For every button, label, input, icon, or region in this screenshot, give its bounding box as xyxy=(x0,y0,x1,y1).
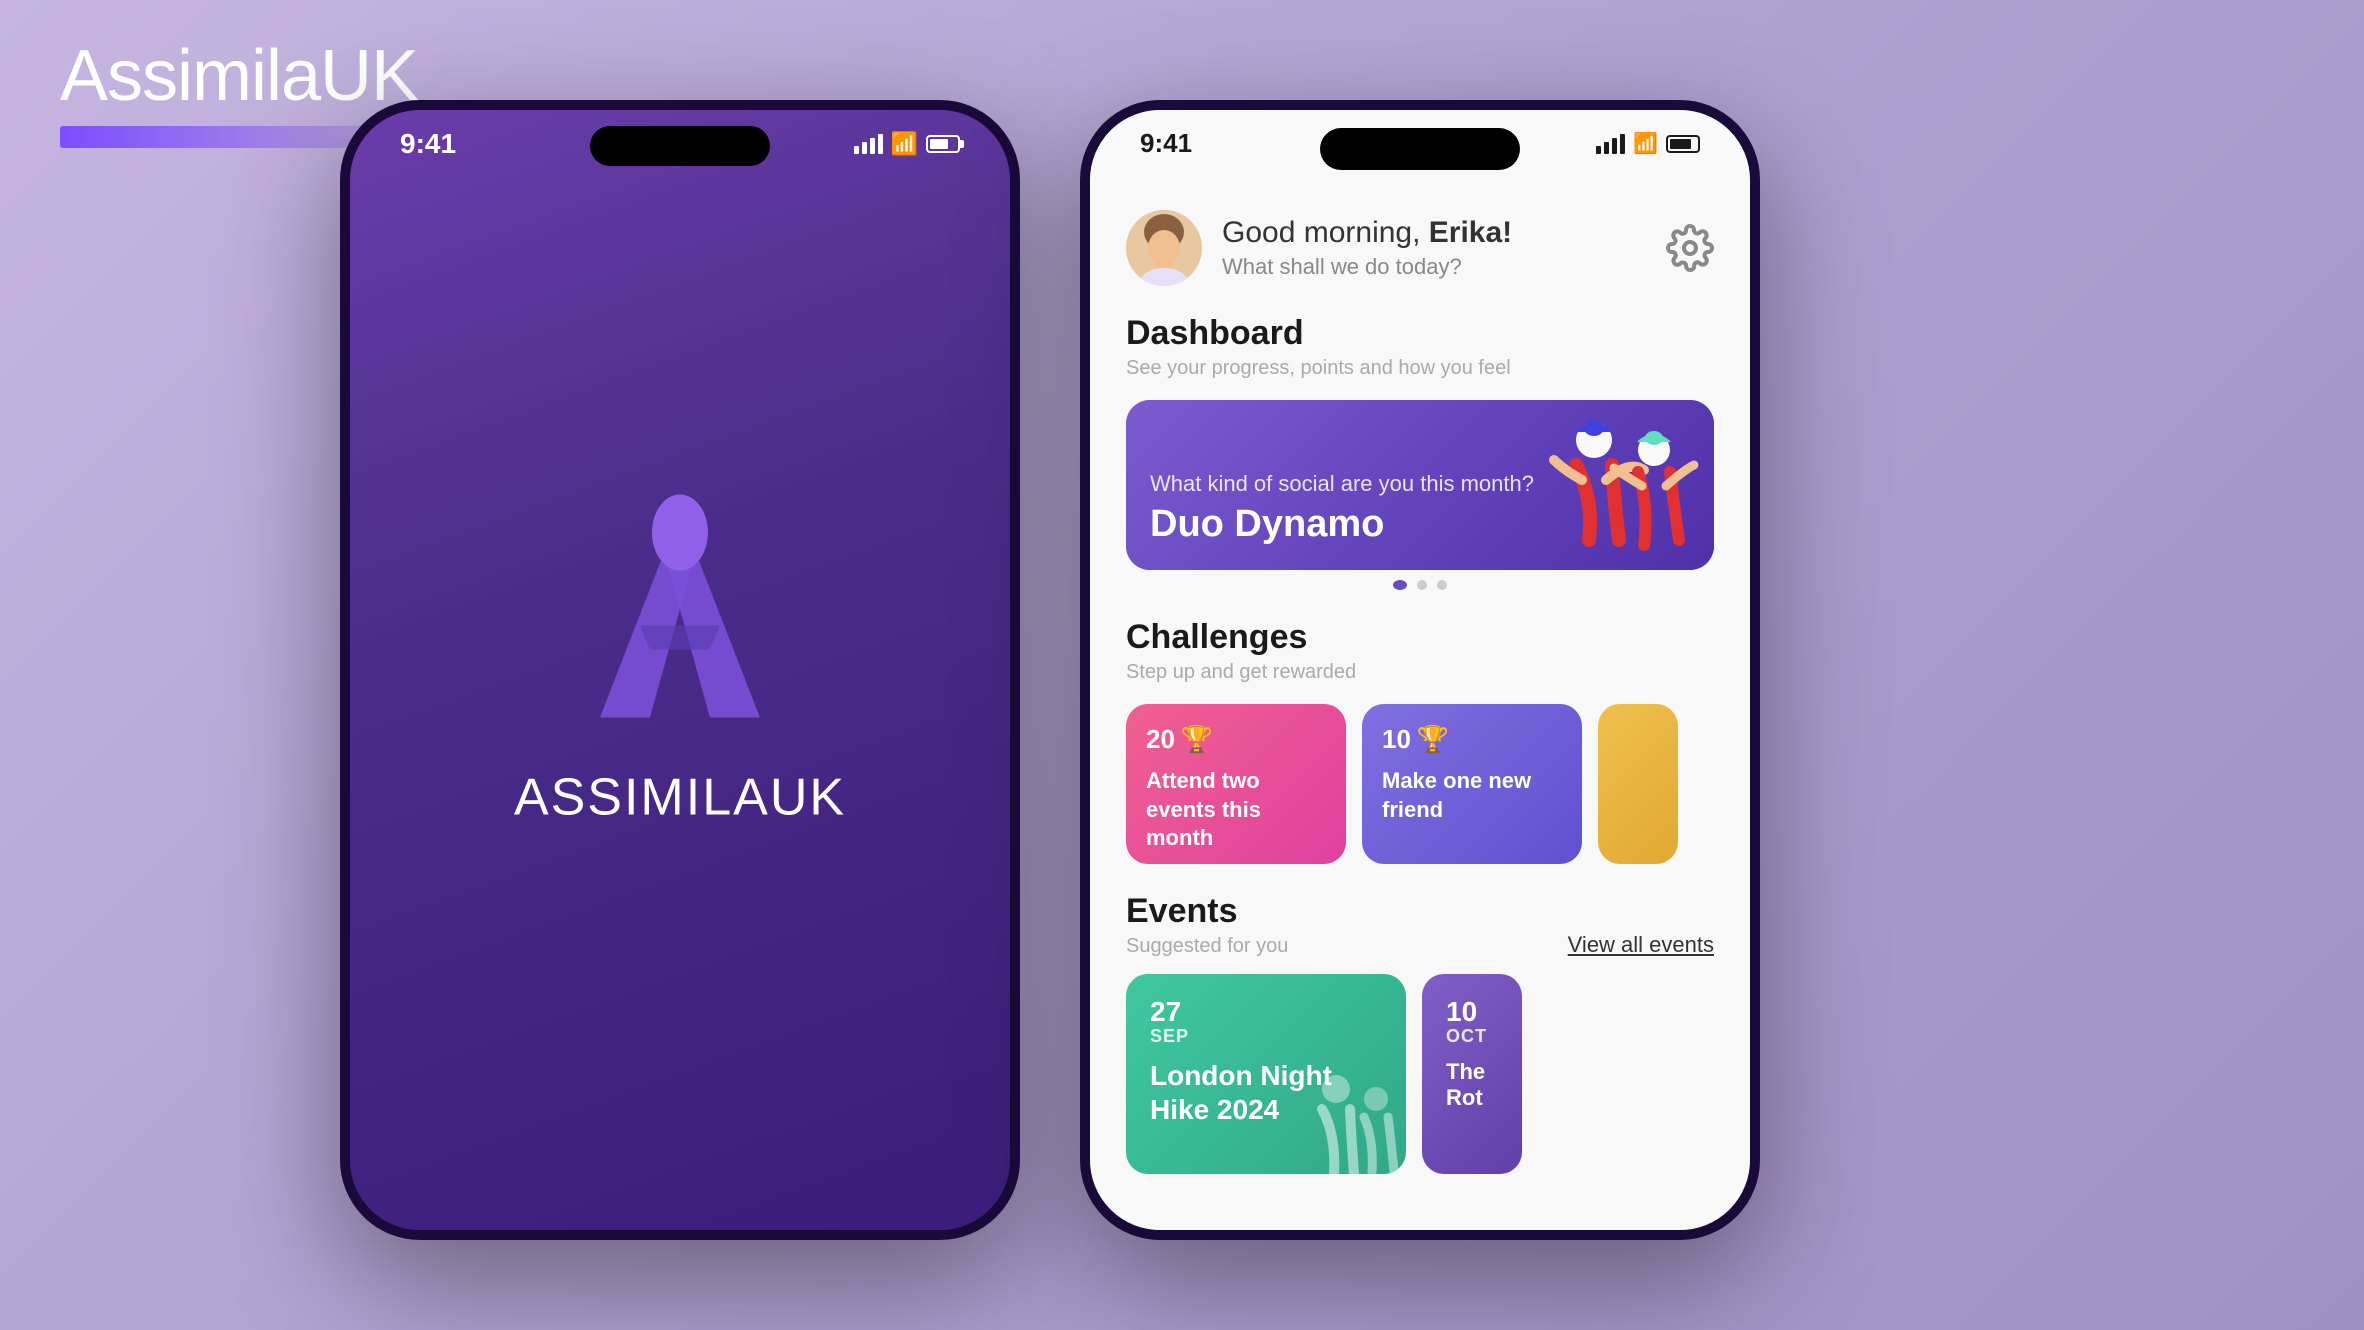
signal-bar-r-2 xyxy=(1604,142,1609,154)
events-section: Events Suggested for you View all events… xyxy=(1126,892,1714,1174)
challenges-title: Challenges xyxy=(1126,618,1714,657)
events-subtitle: Suggested for you xyxy=(1126,935,1288,958)
settings-button[interactable] xyxy=(1666,224,1714,272)
signal-bar-2 xyxy=(862,142,867,154)
signal-bar-r-4 xyxy=(1620,134,1625,154)
app-header: Good morning, Erika! What shall we do to… xyxy=(1126,190,1714,286)
avatar xyxy=(1126,210,1202,286)
events-header: Events Suggested for you View all events xyxy=(1126,892,1714,958)
avatar-image xyxy=(1126,210,1202,286)
signal-bar-r-3 xyxy=(1612,138,1617,154)
greeting-subtitle: What shall we do today? xyxy=(1222,254,1512,280)
events-row: 27 SEP London Night Hike 2024 xyxy=(1126,974,1714,1174)
carousel-dots xyxy=(1126,580,1714,590)
challenge-card-3[interactable] xyxy=(1598,704,1678,864)
challenge-1-number: 20 xyxy=(1146,724,1175,755)
wifi-right-icon: 📶 xyxy=(1633,131,1658,156)
event-1-day: 27 xyxy=(1150,998,1382,1026)
event-card-2[interactable]: 10 OCT The Rot xyxy=(1422,974,1522,1174)
event-1-illustration xyxy=(1286,1054,1406,1174)
right-phone-status-icons: 📶 xyxy=(1596,131,1700,156)
greeting-main: Good morning, Erika! xyxy=(1222,216,1512,250)
challenge-2-number: 10 xyxy=(1382,724,1411,755)
event-1-month: SEP xyxy=(1150,1026,1382,1047)
app-content: Good morning, Erika! What shall we do to… xyxy=(1090,190,1750,1230)
greeting-text: Good morning, Erika! What shall we do to… xyxy=(1222,216,1512,280)
splash-brand-regular: UK xyxy=(770,769,846,827)
challenge-2-label: Make one new friend xyxy=(1382,767,1562,824)
greeting-prefix: Good morning, xyxy=(1222,216,1429,249)
dashboard-title: Dashboard xyxy=(1126,314,1714,353)
challenge-2-points: 10 🏆 xyxy=(1382,724,1562,755)
signal-bar-3 xyxy=(870,138,875,154)
left-phone-time: 9:41 xyxy=(400,128,456,160)
dashboard-banner[interactable]: What kind of social are you this month? … xyxy=(1126,400,1714,570)
brand-name-bold: Assimila xyxy=(60,36,320,116)
events-title-group: Events Suggested for you xyxy=(1126,892,1288,958)
battery-icon xyxy=(926,135,960,153)
carousel-dot-3[interactable] xyxy=(1437,580,1447,590)
splash-brand-bold: ASSIMILA xyxy=(514,769,770,827)
challenges-section: Challenges Step up and get rewarded 20 🏆… xyxy=(1126,618,1714,864)
left-phone-status-icons: 📶 xyxy=(854,131,960,157)
events-title: Events xyxy=(1126,892,1288,931)
phones-wrapper: 9:41 📶 xyxy=(340,100,1760,1240)
banner-answer: Duo Dynamo xyxy=(1150,503,1534,546)
signal-bars-right-icon xyxy=(1596,134,1625,154)
user-greeting: Good morning, Erika! What shall we do to… xyxy=(1126,210,1512,286)
challenges-row: 20 🏆 Attend two events this month 10 🏆 xyxy=(1126,704,1714,864)
banner-illustration xyxy=(1534,410,1704,570)
right-phone-inner: 9:41 📶 xyxy=(1090,110,1750,1230)
challenge-1-points: 20 🏆 xyxy=(1146,724,1326,755)
wifi-icon: 📶 xyxy=(891,131,918,157)
battery-right-icon xyxy=(1666,135,1700,153)
dynamic-island-right xyxy=(1320,128,1520,170)
challenge-1-trophy: 🏆 xyxy=(1181,724,1213,755)
event-2-title: The Rot xyxy=(1446,1059,1498,1112)
event-2-date: 10 OCT xyxy=(1446,998,1498,1047)
signal-bar-1 xyxy=(854,146,859,154)
banner-question: What kind of social are you this month? xyxy=(1150,471,1534,497)
right-phone-time: 9:41 xyxy=(1140,128,1192,159)
app-logo-icon xyxy=(570,478,790,738)
event-1-date: 27 SEP xyxy=(1150,998,1382,1047)
banner-text: What kind of social are you this month? … xyxy=(1150,471,1534,546)
challenge-1-label: Attend two events this month xyxy=(1146,767,1326,853)
view-all-events-link[interactable]: View all events xyxy=(1568,932,1714,958)
signal-bars-icon xyxy=(854,134,883,154)
event-2-day: 10 xyxy=(1446,998,1498,1026)
right-phone: 9:41 📶 xyxy=(1080,100,1760,1240)
carousel-dot-1[interactable] xyxy=(1393,580,1407,590)
challenge-card-2[interactable]: 10 🏆 Make one new friend xyxy=(1362,704,1582,864)
dynamic-island-left xyxy=(590,126,770,166)
challenges-subtitle: Step up and get rewarded xyxy=(1126,661,1714,684)
signal-bar-r-1 xyxy=(1596,146,1601,154)
logo-bar xyxy=(60,126,380,148)
event-2-month: OCT xyxy=(1446,1026,1498,1047)
settings-icon xyxy=(1666,224,1714,272)
left-phone: 9:41 📶 xyxy=(340,100,1020,1240)
event-card-1[interactable]: 27 SEP London Night Hike 2024 xyxy=(1126,974,1406,1174)
signal-bar-4 xyxy=(878,134,883,154)
dashboard-section: Dashboard See your progress, points and … xyxy=(1126,314,1714,590)
splash-logo: ASSIMILAUK xyxy=(514,478,846,828)
dashboard-subtitle: See your progress, points and how you fe… xyxy=(1126,357,1714,380)
challenge-2-trophy: 🏆 xyxy=(1417,724,1449,755)
carousel-dot-2[interactable] xyxy=(1417,580,1427,590)
user-name: Erika! xyxy=(1429,216,1512,249)
splash-brand-name: ASSIMILAUK xyxy=(514,768,846,828)
challenge-card-1[interactable]: 20 🏆 Attend two events this month xyxy=(1126,704,1346,864)
